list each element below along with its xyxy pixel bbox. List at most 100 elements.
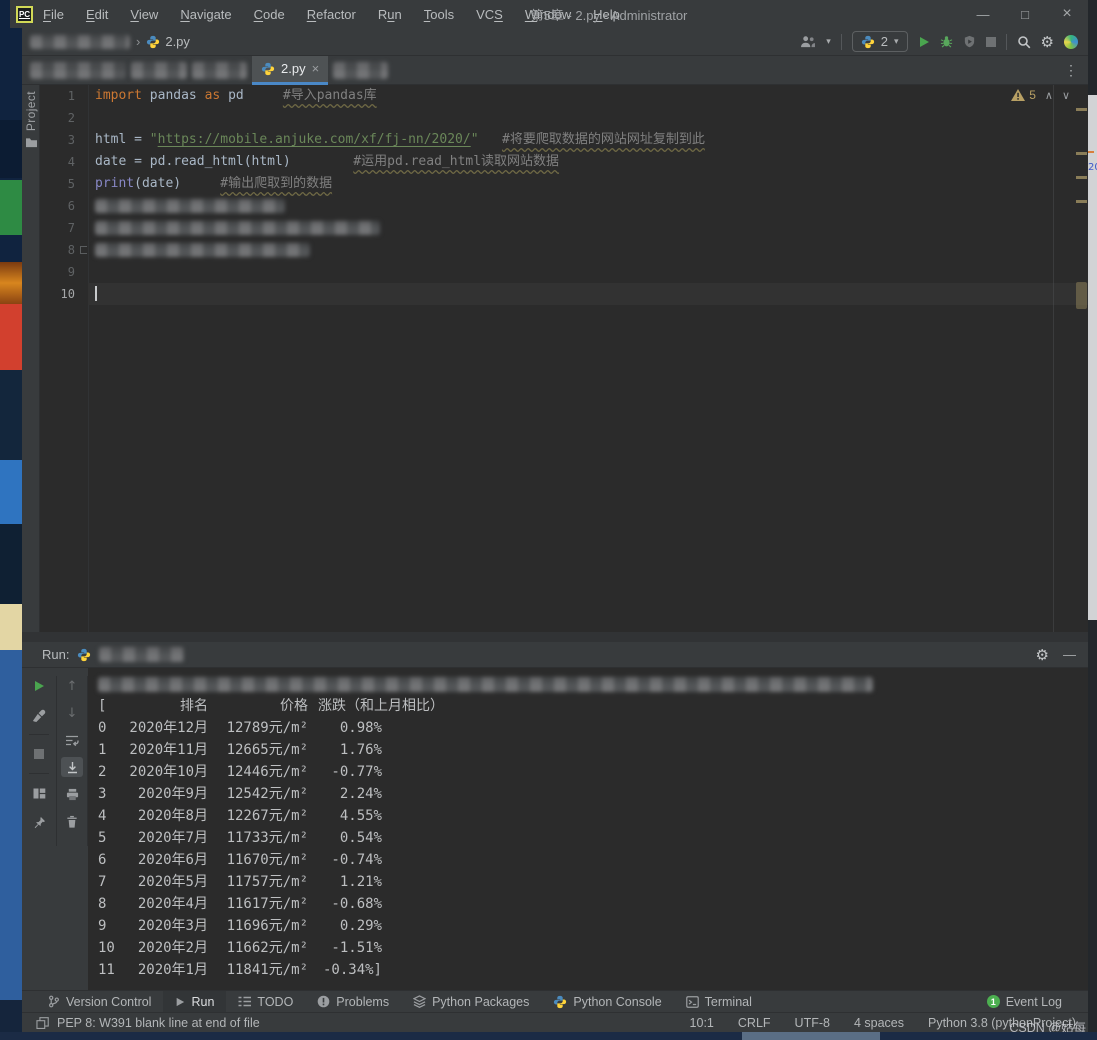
desktop-icon-red — [0, 304, 22, 370]
toolwindow-button-python-packages[interactable]: Python Packages — [401, 991, 541, 1013]
error-stripe[interactable] — [1075, 85, 1088, 632]
settings-gear-icon[interactable]: ⚙ — [1041, 33, 1054, 51]
redacted-tab — [30, 62, 126, 79]
console-cell: 2020年4月 — [124, 893, 208, 915]
desktop-icon-green — [0, 180, 22, 235]
next-problem-icon[interactable]: ∨ — [1062, 89, 1070, 102]
toolwindow-label: Terminal — [705, 995, 752, 1009]
toolwindow-button-terminal[interactable]: Terminal — [674, 991, 764, 1013]
toolwindow-button-problems[interactable]: Problems — [305, 991, 401, 1013]
maximize-button[interactable]: □ — [1004, 0, 1046, 28]
restore-windows-icon[interactable] — [36, 1017, 49, 1029]
code-line[interactable]: 1import pandas as pd #导入pandas库 — [40, 85, 1088, 107]
previous-problem-icon[interactable]: ∧ — [1045, 89, 1053, 102]
console-cell: 0.98% — [308, 717, 382, 739]
code-line[interactable]: 5print(date) #输出爬取到的数据 — [40, 173, 1088, 195]
run-button[interactable] — [918, 36, 930, 48]
line-ending[interactable]: CRLF — [738, 1016, 771, 1030]
run-settings-gear-icon[interactable]: ⚙ — [1036, 646, 1049, 664]
code-text — [88, 195, 1088, 217]
console-cell: 7 — [98, 871, 124, 893]
toolwindow-label: Event Log — [1006, 995, 1062, 1009]
console-cell: -0.34%] — [308, 959, 382, 981]
stripe-project[interactable]: Project — [24, 91, 38, 148]
stripe-label: Project — [24, 91, 38, 131]
console-cell: 12789元/m² — [208, 717, 308, 739]
python-file-icon — [261, 62, 275, 76]
run-panel-header: Run: ⚙ — — [22, 642, 1088, 668]
inspection-widget[interactable]: 5 ∧ ∨ — [1011, 88, 1070, 102]
ide-features-icon[interactable] — [1064, 35, 1078, 49]
soft-wrap-icon[interactable] — [61, 730, 83, 750]
toolwindow-button-python-console[interactable]: Python Console — [541, 991, 673, 1013]
toolwindow-button-version-control[interactable]: Version Control — [36, 991, 163, 1013]
debug-button[interactable] — [940, 35, 953, 48]
toolwindow-button-run[interactable]: Run — [163, 991, 226, 1013]
code-line[interactable]: 7 — [40, 217, 1088, 239]
close-button[interactable]: × — [1046, 0, 1088, 28]
console-cell: 6 — [98, 849, 124, 871]
collaboration-icon[interactable] — [800, 35, 816, 48]
tab-2py[interactable]: 2.py × — [252, 56, 328, 85]
menu-item-navigate[interactable]: Navigate — [180, 7, 231, 22]
menu-item-view[interactable]: View — [130, 7, 158, 22]
stop-process-button[interactable] — [28, 744, 50, 764]
pin-tab-icon[interactable] — [28, 812, 50, 832]
code-text: import pandas as pd #导入pandas库 — [88, 85, 1088, 107]
search-everywhere-icon[interactable] — [1017, 35, 1031, 49]
code-line[interactable]: 8 — [40, 239, 1088, 261]
console-cell: 12446元/m² — [208, 761, 308, 783]
line-number: 6 — [40, 195, 88, 217]
minimize-button[interactable]: — — [962, 0, 1004, 28]
code-text: date = pd.read_html(html) #运用pd.read_htm… — [88, 151, 1088, 173]
text-caret — [95, 286, 97, 301]
menu-item-edit[interactable]: Edit — [86, 7, 108, 22]
menu-item-file[interactable]: File — [43, 7, 64, 22]
code-line[interactable]: 3html = "https://mobile.anjuke.com/xf/fj… — [40, 129, 1088, 151]
coverage-button[interactable] — [963, 35, 976, 48]
toolwindow-label: Run — [191, 995, 214, 1009]
scroll-to-end-icon[interactable] — [61, 757, 83, 777]
console-header-row: [ 排名 价格 涨跌（和上月相比） — [98, 695, 1088, 717]
next-occurrence-icon[interactable]: ↓ — [61, 703, 83, 723]
toolwindow-bar: Version Control Run TODOProblemsPython Pac… — [22, 990, 1088, 1012]
console-cell: 0 — [98, 717, 124, 739]
menu-item-refactor[interactable]: Refactor — [307, 7, 356, 22]
python-icon — [553, 995, 567, 1009]
editor-console-splitter[interactable] — [22, 632, 1088, 642]
run-configuration-select[interactable]: 2 ▾ — [852, 31, 908, 52]
console-cell: 2 — [98, 761, 124, 783]
code-line[interactable]: 2 — [40, 107, 1088, 129]
code-line[interactable]: 9 — [40, 261, 1088, 283]
toolwindow-button-todo[interactable]: TODO — [226, 991, 305, 1013]
line-number: 10 — [40, 283, 88, 305]
code-line[interactable]: 6 — [40, 195, 1088, 217]
file-encoding[interactable]: UTF-8 — [795, 1016, 830, 1030]
toolwindow-button-event-log[interactable]: 1Event Log — [975, 991, 1074, 1013]
tab-options-kebab-icon[interactable]: ⋮ — [1064, 62, 1088, 79]
restore-layout-icon[interactable] — [28, 783, 50, 803]
print-icon[interactable] — [61, 784, 83, 804]
indent-setting[interactable]: 4 spaces — [854, 1016, 904, 1030]
run-console-output[interactable]: [ 排名 价格 涨跌（和上月相比） 02020年12月12789元/m²0.98… — [88, 668, 1088, 990]
tab-close-icon[interactable]: × — [312, 61, 320, 76]
run-settings-icon[interactable] — [28, 705, 50, 725]
caret-position[interactable]: 10:1 — [690, 1016, 714, 1030]
clear-console-icon[interactable] — [61, 811, 83, 831]
breadcrumb-file[interactable]: 2.py — [165, 34, 190, 49]
prev-occurrence-icon[interactable]: ↑ — [61, 676, 83, 696]
hide-panel-icon[interactable]: — — [1063, 647, 1076, 662]
collaboration-dropdown-icon[interactable]: ▾ — [826, 36, 831, 47]
console-cell: 2020年9月 — [124, 783, 208, 805]
scrollbar-thumb[interactable] — [1076, 282, 1087, 309]
rerun-button[interactable] — [28, 676, 50, 696]
stop-button[interactable] — [986, 37, 996, 47]
code-line[interactable]: 10 — [40, 283, 1088, 305]
menu-item-code[interactable]: Code — [254, 7, 285, 22]
menu-item-run[interactable]: Run — [378, 7, 402, 22]
code-line[interactable]: 4date = pd.read_html(html) #运用pd.read_ht… — [40, 151, 1088, 173]
code-editor[interactable]: 1import pandas as pd #导入pandas库23html = … — [40, 85, 1088, 632]
fold-marker-icon[interactable] — [80, 246, 87, 254]
problem-icon — [317, 995, 330, 1008]
console-cell: 2020年12月 — [124, 717, 208, 739]
